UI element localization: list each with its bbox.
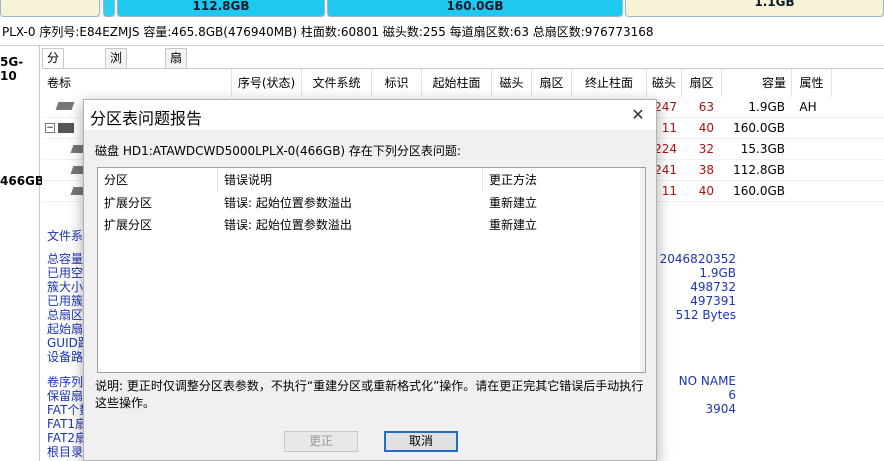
column-header[interactable]: 扇区 — [532, 69, 572, 97]
list-item[interactable]: 扩展分区 错误: 起始位置参数溢出 重新建立 — [98, 192, 638, 214]
end-sector-cell: 40 — [698, 121, 714, 135]
partition-problem-dialog: 分区表问题报告 ✕ 磁盘 HD1:ATAWDCWD5000LPLX-0(466G… — [83, 99, 657, 461]
tab-browse-files[interactable]: 浏览文件 — [105, 48, 128, 122]
column-header[interactable]: 属性 — [792, 69, 832, 97]
column-header[interactable]: 标识 — [372, 69, 422, 97]
column-header[interactable]: 卷标 — [42, 69, 232, 97]
column-header[interactable]: 磁头 — [492, 69, 532, 97]
capacity-segment[interactable]: 1.1GB — [625, 0, 884, 17]
detail-label: 设备路 — [47, 350, 84, 364]
dialog-title: 分区表问题报告 — [90, 109, 203, 128]
column-header[interactable]: 错误说明 — [218, 168, 483, 192]
dialog-titlebar[interactable]: 分区表问题报告 ✕ — [84, 100, 656, 130]
capacity-cell: 15.3GB — [740, 142, 785, 156]
error-cell: 错误: 起始位置参数溢出 — [224, 218, 352, 232]
problem-list[interactable]: 分区 错误说明 更正方法 扩展分区 错误: 起始位置参数溢出 重新建立 扩展分区… — [97, 167, 646, 373]
tab-sector-editor[interactable]: 扇区编辑 — [165, 48, 188, 122]
column-header[interactable]: 起始柱面 — [422, 69, 492, 97]
dialog-message: 磁盘 HD1:ATAWDCWD5000LPLX-0(466GB) 存在下列分区表… — [95, 144, 461, 158]
detail-label: 总容量 — [47, 252, 84, 266]
detail-label: FAT2扇 — [47, 431, 88, 445]
attribute-cell: AH — [799, 100, 817, 114]
capacity-cell: 1.9GB — [748, 100, 785, 114]
column-header[interactable]: 文件系统 — [302, 69, 372, 97]
collapse-icon[interactable]: − — [45, 123, 55, 133]
partition-cell: 扩展分区 — [104, 218, 153, 232]
detail-value: 6 — [728, 388, 736, 402]
detail-value: 1.9GB — [699, 266, 736, 280]
column-header[interactable]: 扇区 — [682, 69, 722, 97]
dialog-note: 说明: 更正时仅调整分区表参数，不执行“重建分区或重新格式化”操作。请在更正完其… — [95, 379, 644, 410]
disk-capacity-bar: 112.8GB 160.0GB 1.1GB — [0, 0, 884, 17]
end-sector-cell: 63 — [698, 100, 714, 114]
detail-label: FAT1扇 — [47, 417, 88, 431]
detail-label: 起始扇 — [47, 322, 84, 336]
fix-method-cell: 重新建立 — [489, 196, 538, 210]
end-sector-cell: 32 — [698, 142, 714, 156]
fix-method-cell: 重新建立 — [489, 218, 538, 232]
capacity-cell: 160.0GB — [733, 184, 785, 198]
close-icon[interactable]: ✕ — [626, 104, 650, 126]
detail-label: 已用空 — [47, 266, 84, 280]
detail-value: 3904 — [705, 402, 736, 416]
column-header[interactable]: 容量 — [722, 69, 792, 97]
column-header[interactable]: 分区 — [98, 168, 218, 192]
detail-value: 497391 — [690, 294, 736, 308]
detail-label: 已用簇 — [47, 294, 84, 308]
end-sector-cell: 40 — [698, 184, 714, 198]
cancel-button[interactable]: 取消 — [384, 431, 458, 452]
detail-label: 保留扇 — [47, 389, 84, 403]
disk-info-line: PLX-0 序列号:E84EZMJS 容量:465.8GB(476940MB) … — [0, 18, 884, 46]
capacity-segment[interactable] — [0, 0, 100, 17]
tab-partition-params[interactable]: 分区参数 — [42, 48, 65, 122]
list-item[interactable]: 扩展分区 错误: 起始位置参数溢出 重新建立 — [98, 214, 638, 236]
capacity-segment[interactable]: 160.0GB — [327, 0, 623, 17]
disk-tree-item[interactable]: 466GB — [0, 174, 44, 188]
column-header[interactable]: 序号(状态) — [232, 69, 302, 97]
extended-partition-icon — [58, 123, 74, 133]
list-scrollbar[interactable] — [640, 168, 645, 372]
end-sector-cell: 38 — [698, 163, 714, 177]
partition-drive-icon — [55, 102, 75, 110]
detail-label: 卷序列 — [47, 375, 84, 389]
detail-label: 根目录 — [47, 445, 84, 459]
fix-button[interactable]: 更正 — [284, 431, 358, 452]
column-header[interactable]: 更正方法 — [483, 168, 642, 192]
section-heading: 文件系 — [47, 229, 84, 243]
detail-label: 簇大小 — [47, 280, 84, 294]
column-header[interactable]: 磁头 — [647, 69, 682, 97]
capacity-segment[interactable] — [103, 0, 115, 17]
partition-cell: 扩展分区 — [104, 196, 153, 210]
detail-value: 498732 — [690, 280, 736, 294]
detail-value: 2046820352 — [659, 252, 736, 266]
disk-tree-item[interactable]: 5G-10 — [0, 55, 39, 83]
detail-label: 总扇区 — [47, 308, 84, 322]
error-cell: 错误: 起始位置参数溢出 — [224, 196, 352, 210]
capacity-segment[interactable]: 112.8GB — [117, 0, 325, 17]
capacity-cell: 160.0GB — [733, 121, 785, 135]
column-header[interactable]: 终止柱面 — [572, 69, 647, 97]
detail-value: 512 Bytes — [675, 308, 736, 322]
detail-value: NO NAME — [678, 374, 736, 388]
disk-tree-panel[interactable]: 5G-10 466GB — [0, 46, 44, 461]
capacity-cell: 112.8GB — [733, 163, 785, 177]
